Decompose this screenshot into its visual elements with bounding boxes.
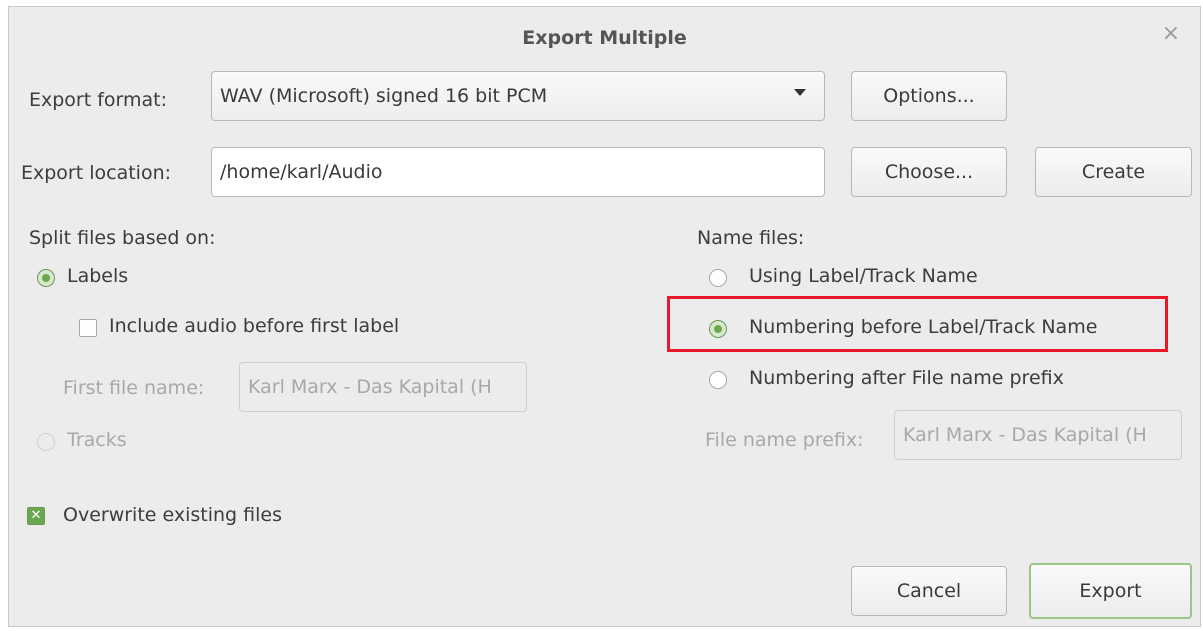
using-label-track-radio[interactable] bbox=[709, 269, 727, 287]
numbering-before-label[interactable]: Numbering before Label/Track Name bbox=[749, 316, 1097, 338]
export-location-label: Export location: bbox=[21, 162, 172, 184]
close-icon[interactable]: × bbox=[1162, 21, 1180, 46]
export-location-input[interactable]: /home/karl/Audio bbox=[211, 147, 825, 197]
file-name-prefix-label: File name prefix: bbox=[705, 429, 864, 451]
cancel-button[interactable]: Cancel bbox=[851, 566, 1007, 616]
tracks-option-label[interactable]: Tracks bbox=[67, 429, 127, 451]
export-multiple-dialog: Export Multiple × Export format: WAV (Mi… bbox=[8, 6, 1201, 627]
title-bar: Export Multiple × bbox=[9, 7, 1200, 69]
export-format-select[interactable]: WAV (Microsoft) signed 16 bit PCM bbox=[211, 71, 825, 121]
name-files-heading: Name files: bbox=[697, 227, 805, 249]
first-file-name-label: First file name: bbox=[63, 377, 205, 399]
overwrite-checkbox[interactable]: ✕ bbox=[27, 507, 45, 525]
dialog-title: Export Multiple bbox=[522, 27, 687, 49]
file-name-prefix-input[interactable]: Karl Marx - Das Kapital (H bbox=[894, 410, 1182, 460]
numbering-after-label[interactable]: Numbering after File name prefix bbox=[749, 367, 1064, 389]
first-file-name-input[interactable]: Karl Marx - Das Kapital (H bbox=[239, 362, 527, 412]
dropdown-arrow-icon bbox=[794, 89, 806, 96]
choose-button[interactable]: Choose... bbox=[851, 147, 1007, 197]
tracks-radio[interactable] bbox=[37, 433, 55, 451]
export-format-value: WAV (Microsoft) signed 16 bit PCM bbox=[220, 85, 548, 107]
options-button[interactable]: Options... bbox=[851, 71, 1007, 121]
using-label-track-label[interactable]: Using Label/Track Name bbox=[749, 265, 978, 287]
export-format-label: Export format: bbox=[29, 89, 168, 111]
split-heading: Split files based on: bbox=[29, 227, 216, 249]
create-button[interactable]: Create bbox=[1035, 147, 1192, 197]
numbering-after-radio[interactable] bbox=[709, 371, 727, 389]
labels-radio[interactable] bbox=[37, 269, 55, 287]
labels-option-label[interactable]: Labels bbox=[67, 265, 128, 287]
overwrite-label[interactable]: Overwrite existing files bbox=[63, 504, 282, 526]
include-audio-checkbox[interactable] bbox=[79, 319, 97, 337]
numbering-before-radio[interactable] bbox=[709, 320, 727, 338]
include-audio-label[interactable]: Include audio before first label bbox=[109, 315, 399, 337]
export-button[interactable]: Export bbox=[1029, 563, 1192, 619]
